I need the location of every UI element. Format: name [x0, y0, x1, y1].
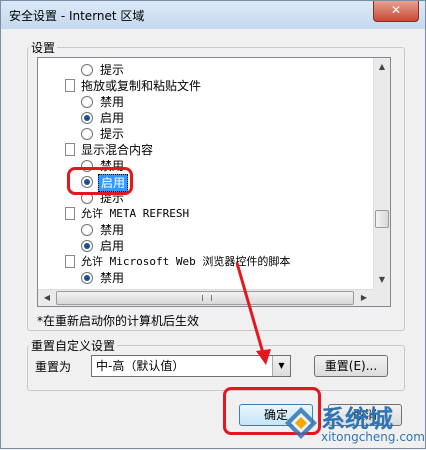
watermark: 系统城 xitongcheng.com	[283, 399, 425, 449]
annotation-arrow	[235, 262, 271, 365]
logo-icon	[285, 407, 317, 439]
security-settings-dialog: 安全设置 - Internet 区域 ✕ 设置 提示 拖放或复制和粘贴文件 禁用…	[0, 0, 426, 449]
watermark-text: 系统城	[321, 405, 393, 433]
watermark-url: xitongcheng.com	[321, 430, 425, 444]
